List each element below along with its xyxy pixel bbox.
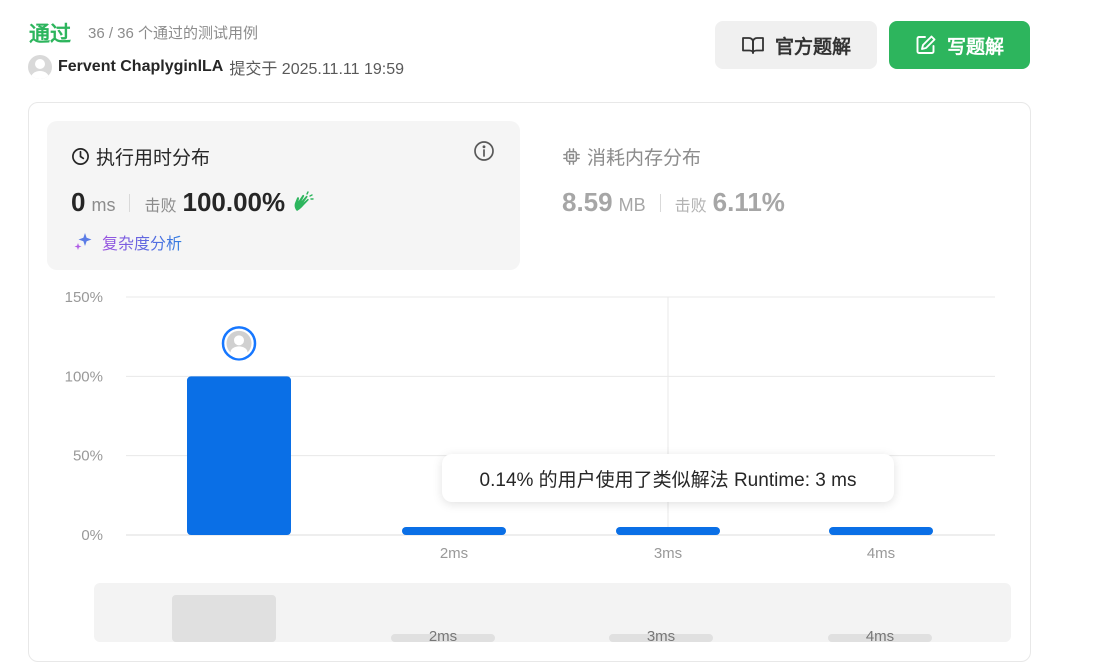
chart-navigator[interactable]: [94, 583, 1011, 642]
chart-tooltip: 0.14% 的用户使用了类似解法 Runtime: 3 ms: [442, 454, 894, 502]
user-marker-head: [234, 335, 244, 346]
bar-3ms: [616, 527, 720, 535]
y-tick-label: 150%: [65, 289, 103, 306]
y-tick-label: 100%: [65, 368, 103, 385]
x-tick-label: 2ms: [440, 545, 468, 562]
runtime-distribution-chart[interactable]: 0% 50% 100% 150% 2ms 3ms 4ms: [0, 0, 1101, 666]
bar-2ms: [402, 527, 506, 535]
x-tick-label: 4ms: [867, 545, 895, 562]
user-marker-body: [230, 346, 248, 359]
y-tick-label: 0%: [81, 527, 103, 544]
y-tick-label: 50%: [73, 448, 103, 465]
bar-4ms: [829, 527, 933, 535]
bar-0ms: [187, 376, 291, 535]
x-tick-label: 3ms: [654, 545, 682, 562]
